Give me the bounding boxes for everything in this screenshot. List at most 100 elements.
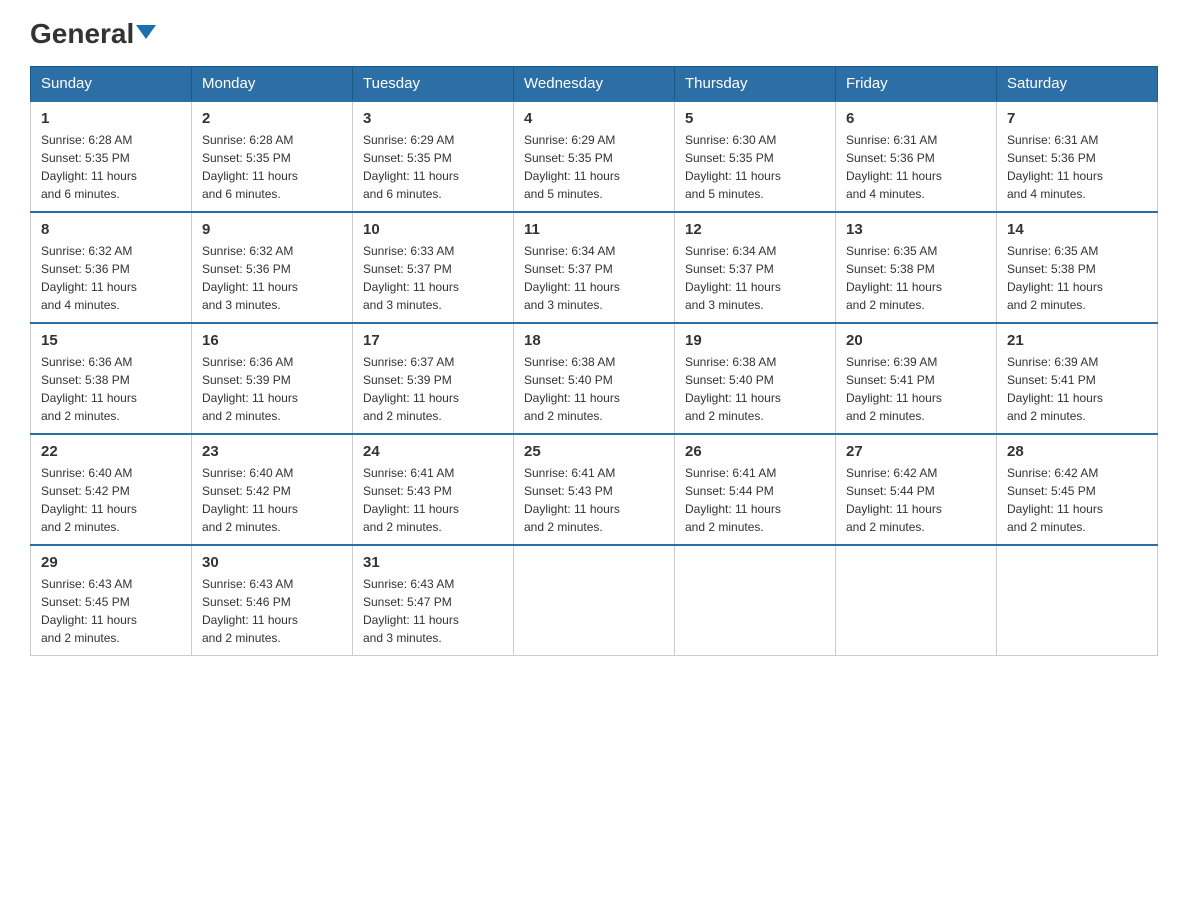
day-number: 2 — [202, 110, 342, 127]
day-number: 13 — [846, 221, 986, 238]
day-number: 23 — [202, 443, 342, 460]
day-info: Sunrise: 6:34 AMSunset: 5:37 PMDaylight:… — [685, 244, 781, 312]
day-of-week-header: Friday — [836, 67, 997, 102]
calendar-day-cell: 30 Sunrise: 6:43 AMSunset: 5:46 PMDaylig… — [192, 545, 353, 656]
day-info: Sunrise: 6:37 AMSunset: 5:39 PMDaylight:… — [363, 355, 459, 423]
calendar-day-cell: 6 Sunrise: 6:31 AMSunset: 5:36 PMDayligh… — [836, 101, 997, 212]
calendar-week-row: 8 Sunrise: 6:32 AMSunset: 5:36 PMDayligh… — [31, 212, 1158, 323]
day-info: Sunrise: 6:38 AMSunset: 5:40 PMDaylight:… — [524, 355, 620, 423]
day-number: 24 — [363, 443, 503, 460]
day-number: 7 — [1007, 110, 1147, 127]
calendar-day-cell: 12 Sunrise: 6:34 AMSunset: 5:37 PMDaylig… — [675, 212, 836, 323]
day-number: 29 — [41, 554, 181, 571]
day-of-week-header: Wednesday — [514, 67, 675, 102]
calendar-day-cell: 14 Sunrise: 6:35 AMSunset: 5:38 PMDaylig… — [997, 212, 1158, 323]
day-of-week-header: Thursday — [675, 67, 836, 102]
calendar-day-cell — [514, 545, 675, 656]
day-number: 16 — [202, 332, 342, 349]
day-info: Sunrise: 6:36 AMSunset: 5:38 PMDaylight:… — [41, 355, 137, 423]
calendar-day-cell: 24 Sunrise: 6:41 AMSunset: 5:43 PMDaylig… — [353, 434, 514, 545]
day-info: Sunrise: 6:43 AMSunset: 5:46 PMDaylight:… — [202, 577, 298, 645]
day-info: Sunrise: 6:33 AMSunset: 5:37 PMDaylight:… — [363, 244, 459, 312]
day-number: 22 — [41, 443, 181, 460]
day-info: Sunrise: 6:32 AMSunset: 5:36 PMDaylight:… — [202, 244, 298, 312]
calendar-week-row: 22 Sunrise: 6:40 AMSunset: 5:42 PMDaylig… — [31, 434, 1158, 545]
day-number: 26 — [685, 443, 825, 460]
day-number: 4 — [524, 110, 664, 127]
calendar-day-cell: 3 Sunrise: 6:29 AMSunset: 5:35 PMDayligh… — [353, 101, 514, 212]
day-info: Sunrise: 6:29 AMSunset: 5:35 PMDaylight:… — [363, 133, 459, 201]
calendar-day-cell: 17 Sunrise: 6:37 AMSunset: 5:39 PMDaylig… — [353, 323, 514, 434]
calendar-day-cell: 19 Sunrise: 6:38 AMSunset: 5:40 PMDaylig… — [675, 323, 836, 434]
calendar-day-cell: 5 Sunrise: 6:30 AMSunset: 5:35 PMDayligh… — [675, 101, 836, 212]
day-of-week-header: Sunday — [31, 67, 192, 102]
day-info: Sunrise: 6:35 AMSunset: 5:38 PMDaylight:… — [1007, 244, 1103, 312]
logo-triangle-icon — [136, 25, 156, 39]
day-info: Sunrise: 6:32 AMSunset: 5:36 PMDaylight:… — [41, 244, 137, 312]
day-number: 14 — [1007, 221, 1147, 238]
calendar-day-cell: 16 Sunrise: 6:36 AMSunset: 5:39 PMDaylig… — [192, 323, 353, 434]
day-number: 18 — [524, 332, 664, 349]
day-info: Sunrise: 6:40 AMSunset: 5:42 PMDaylight:… — [41, 466, 137, 534]
day-info: Sunrise: 6:42 AMSunset: 5:44 PMDaylight:… — [846, 466, 942, 534]
logo: General — [30, 20, 156, 50]
day-info: Sunrise: 6:41 AMSunset: 5:43 PMDaylight:… — [363, 466, 459, 534]
day-number: 21 — [1007, 332, 1147, 349]
calendar-day-cell: 13 Sunrise: 6:35 AMSunset: 5:38 PMDaylig… — [836, 212, 997, 323]
calendar-day-cell: 2 Sunrise: 6:28 AMSunset: 5:35 PMDayligh… — [192, 101, 353, 212]
calendar-day-cell: 26 Sunrise: 6:41 AMSunset: 5:44 PMDaylig… — [675, 434, 836, 545]
calendar-day-cell: 28 Sunrise: 6:42 AMSunset: 5:45 PMDaylig… — [997, 434, 1158, 545]
day-info: Sunrise: 6:28 AMSunset: 5:35 PMDaylight:… — [41, 133, 137, 201]
day-info: Sunrise: 6:41 AMSunset: 5:43 PMDaylight:… — [524, 466, 620, 534]
calendar-day-cell: 20 Sunrise: 6:39 AMSunset: 5:41 PMDaylig… — [836, 323, 997, 434]
calendar-day-cell: 22 Sunrise: 6:40 AMSunset: 5:42 PMDaylig… — [31, 434, 192, 545]
calendar-day-cell: 29 Sunrise: 6:43 AMSunset: 5:45 PMDaylig… — [31, 545, 192, 656]
day-number: 12 — [685, 221, 825, 238]
day-number: 9 — [202, 221, 342, 238]
calendar-week-row: 29 Sunrise: 6:43 AMSunset: 5:45 PMDaylig… — [31, 545, 1158, 656]
calendar-day-cell: 9 Sunrise: 6:32 AMSunset: 5:36 PMDayligh… — [192, 212, 353, 323]
day-info: Sunrise: 6:34 AMSunset: 5:37 PMDaylight:… — [524, 244, 620, 312]
calendar-day-cell: 10 Sunrise: 6:33 AMSunset: 5:37 PMDaylig… — [353, 212, 514, 323]
day-info: Sunrise: 6:31 AMSunset: 5:36 PMDaylight:… — [1007, 133, 1103, 201]
day-number: 27 — [846, 443, 986, 460]
calendar-day-cell: 21 Sunrise: 6:39 AMSunset: 5:41 PMDaylig… — [997, 323, 1158, 434]
calendar-day-cell: 7 Sunrise: 6:31 AMSunset: 5:36 PMDayligh… — [997, 101, 1158, 212]
day-number: 8 — [41, 221, 181, 238]
calendar-day-cell — [997, 545, 1158, 656]
calendar-day-cell — [675, 545, 836, 656]
day-info: Sunrise: 6:38 AMSunset: 5:40 PMDaylight:… — [685, 355, 781, 423]
day-number: 15 — [41, 332, 181, 349]
day-info: Sunrise: 6:43 AMSunset: 5:45 PMDaylight:… — [41, 577, 137, 645]
day-info: Sunrise: 6:31 AMSunset: 5:36 PMDaylight:… — [846, 133, 942, 201]
day-number: 25 — [524, 443, 664, 460]
day-info: Sunrise: 6:42 AMSunset: 5:45 PMDaylight:… — [1007, 466, 1103, 534]
day-number: 20 — [846, 332, 986, 349]
day-number: 30 — [202, 554, 342, 571]
day-number: 31 — [363, 554, 503, 571]
day-info: Sunrise: 6:39 AMSunset: 5:41 PMDaylight:… — [846, 355, 942, 423]
day-number: 5 — [685, 110, 825, 127]
calendar-day-cell: 18 Sunrise: 6:38 AMSunset: 5:40 PMDaylig… — [514, 323, 675, 434]
day-info: Sunrise: 6:29 AMSunset: 5:35 PMDaylight:… — [524, 133, 620, 201]
calendar-header-row: SundayMondayTuesdayWednesdayThursdayFrid… — [31, 67, 1158, 102]
day-number: 11 — [524, 221, 664, 238]
calendar-day-cell — [836, 545, 997, 656]
day-number: 6 — [846, 110, 986, 127]
day-info: Sunrise: 6:30 AMSunset: 5:35 PMDaylight:… — [685, 133, 781, 201]
day-number: 17 — [363, 332, 503, 349]
page-header: General — [30, 20, 1158, 50]
calendar-day-cell: 1 Sunrise: 6:28 AMSunset: 5:35 PMDayligh… — [31, 101, 192, 212]
calendar-day-cell: 4 Sunrise: 6:29 AMSunset: 5:35 PMDayligh… — [514, 101, 675, 212]
logo-text: General — [30, 20, 156, 48]
day-info: Sunrise: 6:28 AMSunset: 5:35 PMDaylight:… — [202, 133, 298, 201]
calendar-week-row: 15 Sunrise: 6:36 AMSunset: 5:38 PMDaylig… — [31, 323, 1158, 434]
day-info: Sunrise: 6:39 AMSunset: 5:41 PMDaylight:… — [1007, 355, 1103, 423]
calendar-day-cell: 25 Sunrise: 6:41 AMSunset: 5:43 PMDaylig… — [514, 434, 675, 545]
day-info: Sunrise: 6:41 AMSunset: 5:44 PMDaylight:… — [685, 466, 781, 534]
day-info: Sunrise: 6:36 AMSunset: 5:39 PMDaylight:… — [202, 355, 298, 423]
calendar-day-cell: 8 Sunrise: 6:32 AMSunset: 5:36 PMDayligh… — [31, 212, 192, 323]
calendar-table: SundayMondayTuesdayWednesdayThursdayFrid… — [30, 66, 1158, 656]
calendar-day-cell: 11 Sunrise: 6:34 AMSunset: 5:37 PMDaylig… — [514, 212, 675, 323]
calendar-day-cell: 27 Sunrise: 6:42 AMSunset: 5:44 PMDaylig… — [836, 434, 997, 545]
